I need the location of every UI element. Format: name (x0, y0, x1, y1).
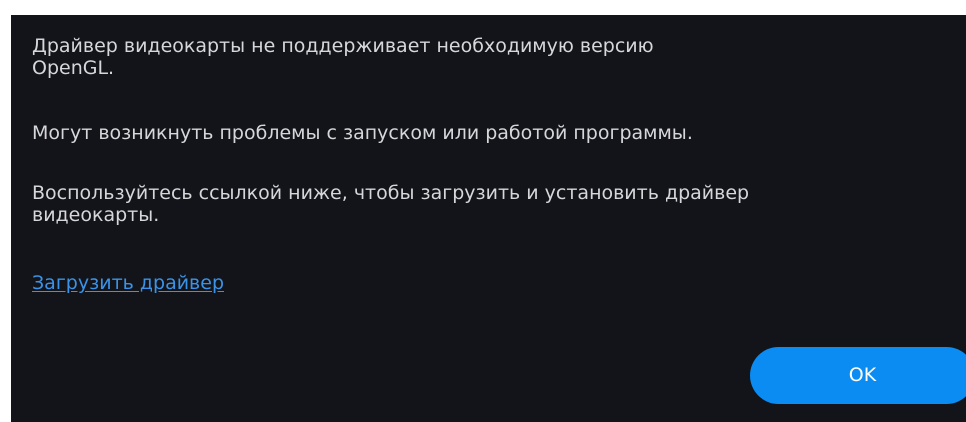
message-line: OpenGL. (32, 57, 115, 79)
driver-unsupported-message: Драйвер видеокарты не поддерживает необх… (32, 35, 962, 79)
message-line: видеокарты. (32, 204, 160, 226)
possible-problems-message: Могут возникнуть проблемы с запуском или… (32, 122, 693, 144)
download-driver-link[interactable]: Загрузить драйвер (32, 272, 224, 294)
opengl-warning-dialog: Драйвер видеокарты не поддерживает необх… (11, 15, 966, 422)
install-driver-message: Воспользуйтесь ссылкой ниже, чтобы загру… (32, 182, 962, 226)
message-line: Драйвер видеокарты не поддерживает необх… (32, 35, 654, 57)
message-line: Воспользуйтесь ссылкой ниже, чтобы загру… (32, 182, 750, 204)
ok-button[interactable]: OK (750, 347, 966, 404)
